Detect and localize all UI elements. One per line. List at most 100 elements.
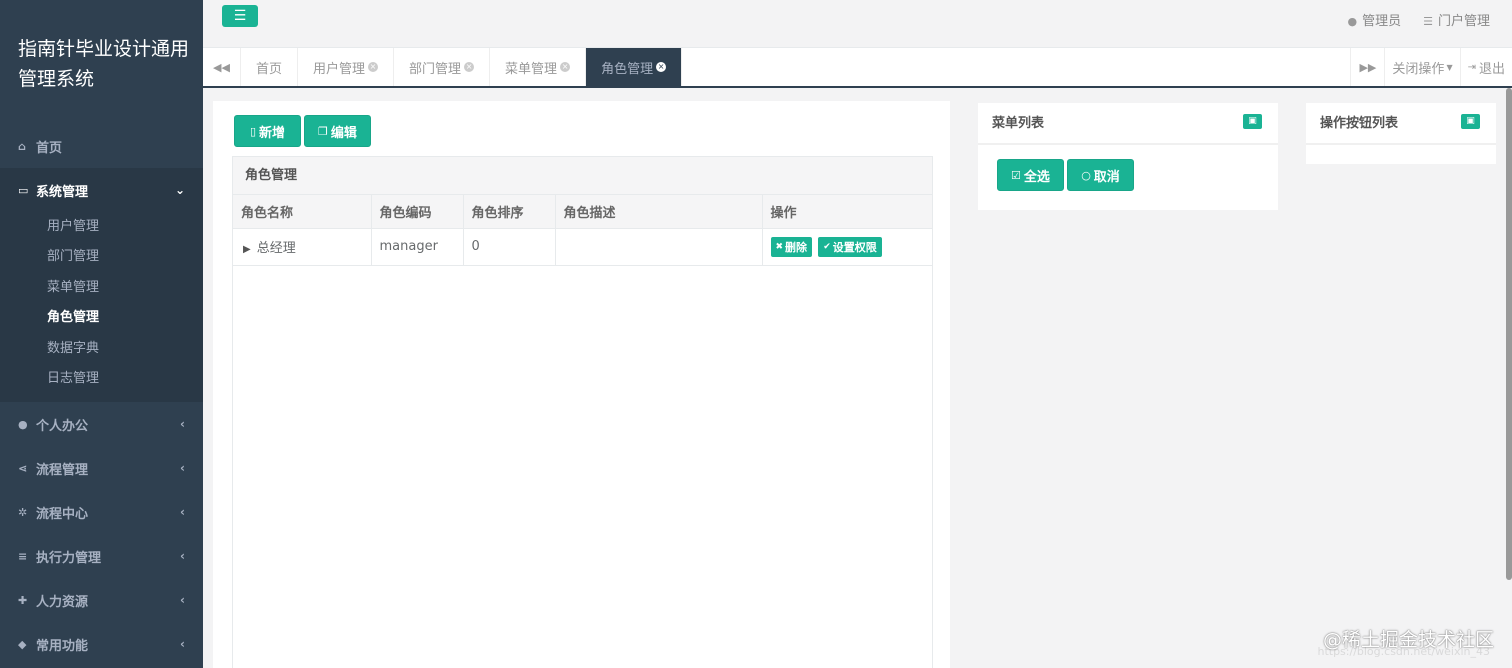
user-icon: ● [18,417,28,431]
forward-icon: ▶▶ [1359,60,1377,74]
sidebar-subitem-dept[interactable]: 部门管理 [0,242,203,272]
sidebar-item-home[interactable]: ⌂ 首页 [0,124,203,168]
caret-down-icon: ▼ [1446,62,1453,72]
role-table: 角色名称 角色编码 角色排序 角色描述 操作 ▶ 总经理 manager 0 ✖ 删… [233,195,932,266]
tab-menu[interactable]: 菜单管理 × [490,48,587,86]
menu-list-header: 菜单列表 ▣ [978,103,1278,145]
check-icon: ✔ [823,241,831,252]
column-header[interactable]: 角色排序 [463,195,556,229]
set-permission-button[interactable]: ✔ 设置权限 [818,236,882,257]
times-icon: ✖ [775,241,784,252]
role-desc-cell [555,228,763,266]
select-all-button[interactable]: ☑ 全选 [997,159,1064,191]
cancel-label: 取消 [1093,169,1120,185]
tab-label: 用户管理 [313,61,366,77]
check-square-icon: ☑ [1011,168,1021,182]
sidebar-item-process[interactable]: ⋖ 流程管理 ‹ [0,446,203,490]
chevron-left-icon: ‹ [180,505,185,520]
sidebar: 指南针毕业设计通用管理系统 ⌂ 首页 ▭ 系统管理 ⌄ 用户管理 部门管理 菜单… [0,0,203,668]
portal-label: 门户管理 [1437,14,1490,29]
portal-menu[interactable]: ☰ 门户管理 [1423,10,1490,29]
top-right-menu: ● 管理员 ☰ 门户管理 [1347,10,1490,29]
edit-button[interactable]: ❐ 编辑 [304,115,371,147]
table-title: 角色管理 [233,157,932,195]
tabs-scroll-right-button[interactable]: ▶▶ [1350,48,1384,86]
file-icon: ▯ [249,124,257,138]
table-row[interactable]: ▶ 总经理 manager 0 ✖ 删除 ✔ 设置权限 [233,228,932,266]
tab-dept[interactable]: 部门管理 × [394,48,491,86]
backward-icon: ◀◀ [213,60,230,74]
chevron-left-icon: ‹ [180,549,185,564]
tabs-right-controls: ▶▶ 关闭操作 ▼ ⇥ 退出 [1350,48,1512,86]
sidebar-nav: ⌂ 首页 ▭ 系统管理 ⌄ 用户管理 部门管理 菜单管理 角色管理 数据字典 日… [0,124,203,666]
top-bar: ☰ ● 管理员 ☰ 门户管理 [203,0,1512,48]
logout-button[interactable]: ⇥ 退出 [1459,48,1512,86]
monitor-icon: ▭ [18,183,29,197]
copy-icon: ❐ [318,124,328,138]
cubes-icon: ◆ [18,637,27,651]
sidebar-item-label: 常用功能 [36,638,89,654]
button-list-panel: 操作按钮列表 ▣ [1306,103,1496,164]
role-name-cell[interactable]: ▶ 总经理 [233,228,372,266]
edit-label: 编辑 [330,125,357,141]
save-icon[interactable]: ▣ [1243,114,1262,129]
sign-out-icon: ⇥ [1467,61,1476,73]
page-scrollbar[interactable] [1506,88,1512,580]
tabs-scroll-left-button[interactable]: ◀◀ [203,48,241,86]
perm-label: 设置权限 [832,240,877,254]
tab-user[interactable]: 用户管理 × [298,48,395,86]
chevron-left-icon: ‹ [180,417,185,432]
panel-title: 菜单列表 [992,116,1045,131]
menu-toggle-button[interactable]: ☰ [222,5,258,27]
cancel-button[interactable]: ○ 取消 [1067,159,1134,191]
sidebar-item-system[interactable]: ▭ 系统管理 ⌄ [0,168,203,212]
close-ops-dropdown[interactable]: 关闭操作 ▼ [1384,48,1459,86]
tab-label: 部门管理 [409,61,462,77]
sidebar-item-label: 首页 [36,140,63,156]
logout-label: 退出 [1478,61,1505,77]
sidebar-item-label: 人力资源 [36,594,89,610]
tab-label: 角色管理 [601,61,654,77]
close-icon[interactable]: × [464,62,475,72]
actions-cell: ✖ 删除 ✔ 设置权限 [762,228,932,266]
sidebar-item-process-center[interactable]: ✲ 流程中心 ‹ [0,490,203,534]
tab-role[interactable]: 角色管理 × [586,48,683,86]
sidebar-item-common[interactable]: ◆ 常用功能 ‹ [0,622,203,666]
sidebar-item-hr[interactable]: ✚ 人力资源 ‹ [0,578,203,622]
column-header[interactable]: 角色名称 [233,195,372,229]
user-icon: ● [1347,15,1358,28]
gear-icon: ✲ [18,505,28,519]
sidebar-subitem-role[interactable]: 角色管理 [0,303,203,333]
sidebar-subitem-menu[interactable]: 菜单管理 [0,273,203,303]
sidebar-item-label: 流程中心 [36,506,89,522]
sidebar-item-label: 系统管理 [36,184,89,200]
chevron-left-icon: ‹ [180,593,185,608]
home-icon: ⌂ [18,139,26,153]
user-plus-icon: ✚ [18,593,28,607]
column-header[interactable]: 角色编码 [371,195,464,229]
sidebar-item-label: 流程管理 [36,462,89,478]
close-icon[interactable]: × [656,62,667,72]
expand-triangle-icon[interactable]: ▶ [243,244,251,255]
save-icon[interactable]: ▣ [1461,114,1480,129]
app-title: 指南针毕业设计通用管理系统 [18,38,190,90]
sidebar-item-personal[interactable]: ● 个人办公 ‹ [0,402,203,446]
share-icon: ⋖ [18,461,28,475]
chevron-left-icon: ‹ [180,461,185,476]
button-list-header: 操作按钮列表 ▣ [1306,103,1496,145]
column-header[interactable]: 操作 [762,195,932,229]
column-header[interactable]: 角色描述 [555,195,763,229]
tab-home[interactable]: 首页 [241,48,299,86]
close-icon[interactable]: × [560,62,571,72]
select-all-label: 全选 [1023,169,1050,185]
list-icon: ☰ [1423,15,1433,28]
add-button[interactable]: ▯ 新增 [234,115,301,147]
sidebar-subnav: 用户管理 部门管理 菜单管理 角色管理 数据字典 日志管理 [0,212,203,402]
sidebar-subitem-log[interactable]: 日志管理 [0,364,203,394]
sidebar-item-execution[interactable]: ≡ 执行力管理 ‹ [0,534,203,578]
sidebar-subitem-user[interactable]: 用户管理 [0,212,203,242]
delete-button[interactable]: ✖ 删除 [770,236,813,257]
close-icon[interactable]: × [368,62,379,72]
user-menu[interactable]: ● 管理员 [1347,10,1401,29]
sidebar-subitem-dict[interactable]: 数据字典 [0,334,203,364]
